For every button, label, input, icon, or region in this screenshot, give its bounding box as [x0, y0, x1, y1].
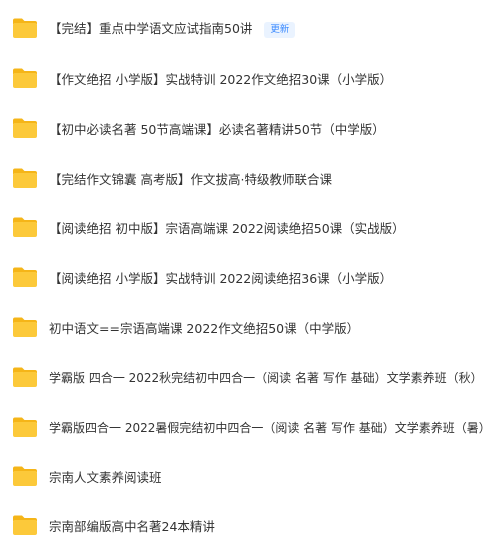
folder-icon [12, 316, 38, 338]
folder-row[interactable]: 初中语文==宗语高端课 2022作文绝招50课（中学版） [0, 304, 496, 350]
file-list: 【完结】重点中学语文应试指南50讲 更新 【作文绝招 小学版】实战特训 2022作… [0, 0, 496, 546]
folder-name: 【初中必读名著 50节高端课】必读名著精讲50节（中学版） [49, 121, 385, 137]
folder-name: 【完结】重点中学语文应试指南50讲 更新 [49, 18, 296, 38]
folder-icon [12, 514, 38, 536]
folder-row[interactable]: 学霸版 四合一 2022秋完结初中四合一（阅读 名著 写作 基础）文学素养班（秋… [0, 354, 496, 400]
folder-name: 【阅读绝招 初中版】宗语高端课 2022阅读绝招50课（实战版） [49, 220, 405, 236]
folder-row[interactable]: 宗南人文素养阅读班 [0, 453, 496, 499]
folder-name: 初中语文==宗语高端课 2022作文绝招50课（中学版） [49, 320, 360, 336]
folder-row[interactable]: 【完结作文锦囊 高考版】作文拔高·特级教师联合课 [0, 155, 496, 201]
folder-icon [12, 17, 38, 39]
folder-row[interactable]: 【初中必读名著 50节高端课】必读名著精讲50节（中学版） [0, 105, 496, 151]
folder-icon [12, 216, 38, 238]
folder-icon [12, 416, 38, 438]
folder-name: 【作文绝招 小学版】实战特训 2022作文绝招30课（小学版） [49, 71, 393, 87]
folder-name: 学霸版四合一 2022暑假完结初中四合一（阅读 名著 写作 基础）文学素养班（暑… [49, 420, 491, 435]
folder-icon [12, 266, 38, 288]
folder-icon [12, 366, 38, 388]
folder-name: 【完结作文锦囊 高考版】作文拔高·特级教师联合课 [49, 171, 332, 187]
update-badge: 更新 [264, 22, 296, 38]
folder-icon [12, 67, 38, 89]
folder-row[interactable]: 学霸版四合一 2022暑假完结初中四合一（阅读 名著 写作 基础）文学素养班（暑… [0, 404, 496, 450]
folder-row[interactable]: 【作文绝招 小学版】实战特训 2022作文绝招30课（小学版） [0, 55, 496, 101]
folder-row[interactable]: 【完结】重点中学语文应试指南50讲 更新 [0, 5, 496, 51]
folder-row[interactable]: 宗南部编版高中名著24本精讲 [0, 502, 496, 548]
folder-icon [12, 167, 38, 189]
folder-icon [12, 465, 38, 487]
folder-icon [12, 117, 38, 139]
folder-name: 宗南人文素养阅读班 [49, 469, 162, 485]
folder-row[interactable]: 【阅读绝招 小学版】实战特训 2022阅读绝招36课（小学版） [0, 254, 496, 300]
folder-name: 宗南部编版高中名著24本精讲 [49, 518, 215, 534]
folder-row[interactable]: 【阅读绝招 初中版】宗语高端课 2022阅读绝招50课（实战版） [0, 204, 496, 250]
folder-name: 【阅读绝招 小学版】实战特训 2022阅读绝招36课（小学版） [49, 270, 393, 286]
folder-name: 学霸版 四合一 2022秋完结初中四合一（阅读 名著 写作 基础）文学素养班（秋… [49, 370, 483, 385]
